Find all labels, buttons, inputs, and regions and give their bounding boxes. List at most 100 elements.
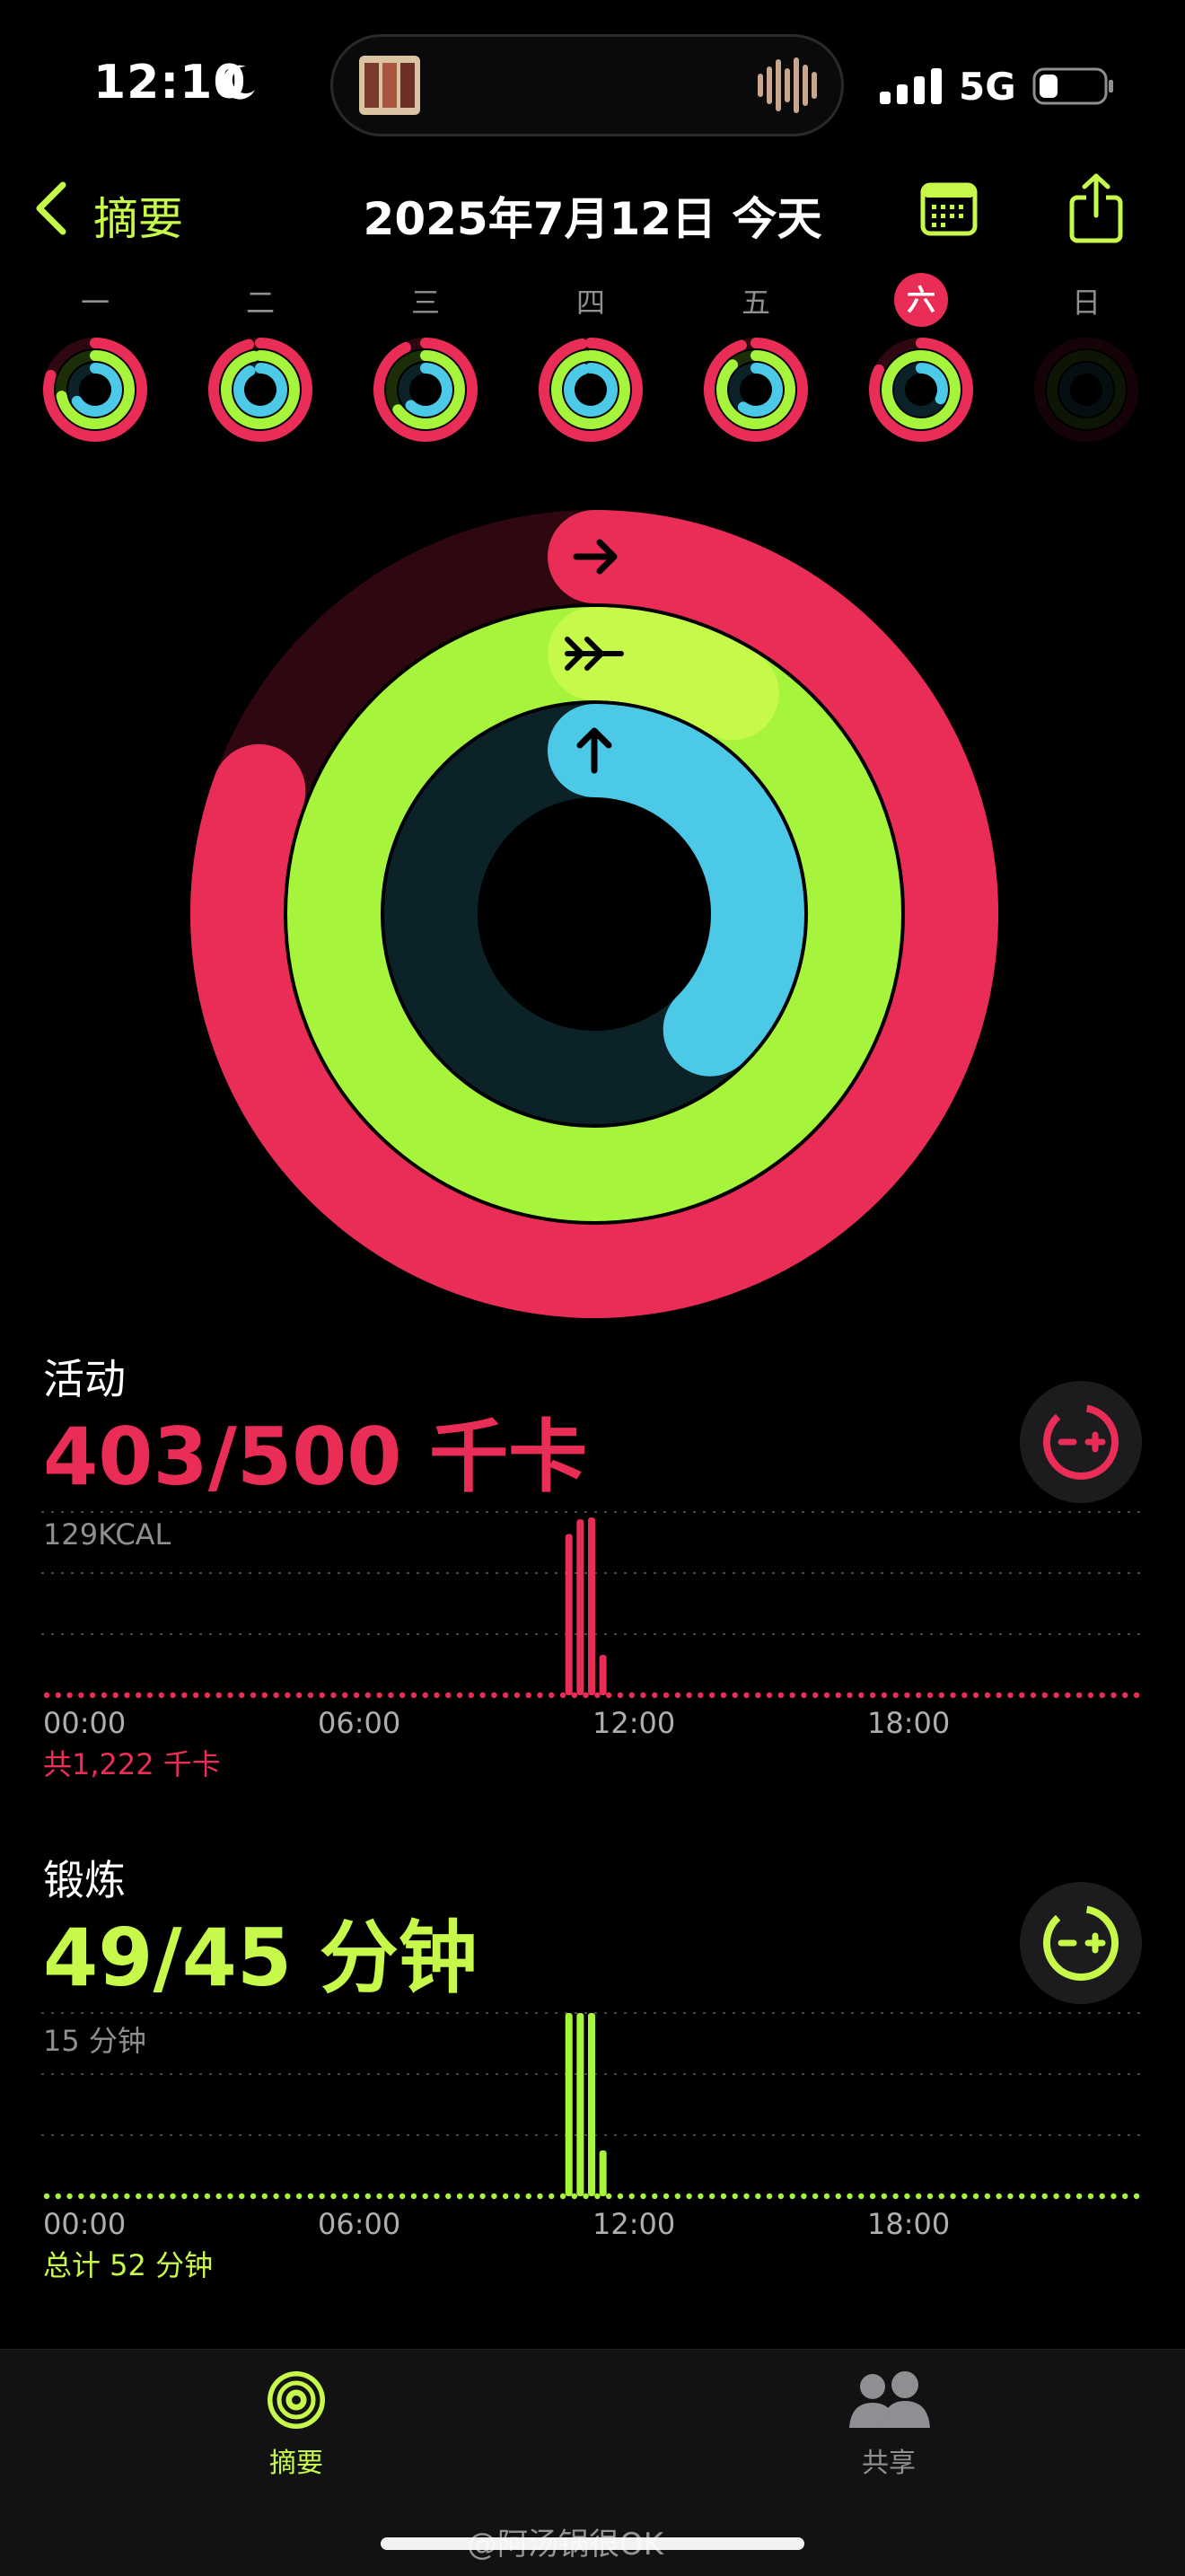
baseline-dot bbox=[55, 2193, 61, 2200]
baseline-dot bbox=[78, 2193, 84, 2200]
baseline-dot bbox=[686, 2193, 692, 2200]
baseline-dot bbox=[916, 1692, 922, 1699]
day-rings-2[interactable] bbox=[370, 334, 481, 445]
baseline-dot bbox=[124, 2193, 130, 2200]
baseline-dot bbox=[227, 1692, 233, 1699]
bar-3 bbox=[599, 1655, 607, 1695]
day-label-5[interactable]: 六 bbox=[894, 273, 948, 327]
day-rings-6[interactable] bbox=[1031, 334, 1142, 445]
baseline-dot bbox=[1053, 1692, 1059, 1699]
baseline-dot bbox=[491, 1692, 497, 1699]
change-move-goal-button[interactable] bbox=[1020, 1381, 1142, 1503]
day-ring-track-stand bbox=[1059, 363, 1113, 417]
baseline-dot bbox=[158, 2193, 164, 2200]
day-label-6[interactable]: 日 bbox=[1059, 280, 1113, 321]
baseline-dot bbox=[307, 2193, 314, 2200]
baseline-dot bbox=[559, 1692, 566, 1699]
baseline-dot bbox=[984, 1692, 991, 1699]
baseline-dot bbox=[295, 2193, 303, 2200]
audio-waveform-icon bbox=[758, 57, 817, 113]
baseline-dot bbox=[353, 2193, 360, 2200]
baseline-dot bbox=[434, 2193, 440, 2200]
baseline-dot bbox=[605, 1692, 612, 1699]
baseline-dot bbox=[273, 2193, 279, 2200]
watermark: @阿汤锅很OK bbox=[467, 2527, 664, 2563]
tab-sharing[interactable]: 共享 bbox=[781, 2367, 996, 2480]
baseline-dot bbox=[1075, 2193, 1083, 2200]
baseline-dot bbox=[789, 1692, 795, 1699]
baseline-dot bbox=[146, 1692, 154, 1699]
baseline-dot bbox=[479, 1692, 486, 1699]
baseline-dot bbox=[698, 1692, 704, 1699]
baseline-dot bbox=[766, 2193, 773, 2200]
day-label-4[interactable]: 五 bbox=[729, 280, 783, 321]
baseline-dot bbox=[858, 1692, 865, 1699]
exercise-total: 总计 52 分钟 bbox=[43, 2248, 214, 2282]
day-rings-4[interactable] bbox=[700, 334, 812, 445]
day-rings-3[interactable] bbox=[535, 334, 646, 445]
baseline-dot bbox=[984, 2193, 991, 2200]
baseline-dot bbox=[502, 2193, 509, 2200]
baseline-dot bbox=[892, 2193, 899, 2200]
baseline-dot bbox=[456, 1692, 463, 1699]
adjust-goal-icon bbox=[1043, 1905, 1119, 1981]
page-title: 2025年7月12日 今天 bbox=[363, 193, 822, 245]
baseline-dot bbox=[1110, 1692, 1117, 1699]
baseline-dot bbox=[89, 1692, 96, 1699]
tab-summary[interactable]: 摘要 bbox=[189, 2367, 404, 2480]
tab-sharing-label: 共享 bbox=[862, 2448, 916, 2479]
baseline-dot bbox=[192, 2193, 199, 2200]
baseline-dot bbox=[640, 2193, 646, 2200]
day-rings-0[interactable] bbox=[40, 334, 151, 445]
bar-1 bbox=[576, 1519, 584, 1695]
baseline-dot bbox=[594, 1692, 601, 1699]
baseline-dot bbox=[215, 2193, 222, 2200]
exercise-tick-1: 06:00 bbox=[318, 2207, 401, 2241]
baseline-dot bbox=[1019, 1692, 1025, 1699]
baseline-dot bbox=[617, 1692, 624, 1699]
baseline-dot bbox=[479, 2193, 486, 2200]
baseline-dot bbox=[640, 1692, 646, 1699]
baseline-dot bbox=[628, 2193, 635, 2200]
change-exercise-goal-button[interactable] bbox=[1020, 1882, 1142, 2004]
activity-tick-3: 18:00 bbox=[867, 1706, 951, 1740]
day-label-2[interactable]: 三 bbox=[399, 280, 452, 321]
baseline-dot bbox=[801, 1692, 807, 1699]
baseline-dot bbox=[777, 2193, 785, 2200]
baseline-dot bbox=[376, 1692, 382, 1699]
baseline-dot bbox=[926, 2193, 934, 2200]
baseline-dot bbox=[1099, 1692, 1105, 1699]
baseline-dot bbox=[239, 2193, 245, 2200]
baseline-dot bbox=[445, 2193, 452, 2200]
day-label-3[interactable]: 四 bbox=[564, 280, 618, 321]
baseline-dot bbox=[1122, 1692, 1128, 1699]
activity-tick-0: 00:00 bbox=[43, 1706, 127, 1740]
baseline-dot bbox=[422, 1692, 428, 1699]
people-icon bbox=[849, 2371, 930, 2428]
baseline-dot bbox=[823, 2193, 830, 2200]
baseline-dot bbox=[1007, 1692, 1014, 1699]
baseline-dot bbox=[996, 1692, 1002, 1699]
baseline-dot bbox=[972, 1692, 979, 1699]
day-label-0[interactable]: 一 bbox=[68, 280, 122, 321]
baseline-dot bbox=[950, 1692, 956, 1699]
baseline-dot bbox=[1087, 2193, 1094, 2200]
baseline-dot bbox=[583, 1692, 589, 1699]
baseline-dot bbox=[330, 2193, 337, 2200]
day-label-1[interactable]: 二 bbox=[233, 280, 287, 321]
share-icon[interactable] bbox=[1068, 172, 1124, 244]
baseline-dot bbox=[136, 1692, 142, 1699]
calendar-icon[interactable] bbox=[919, 180, 979, 239]
baseline-dot bbox=[1065, 1692, 1071, 1699]
baseline-dot bbox=[1110, 2193, 1117, 2200]
baseline-dot bbox=[904, 2193, 910, 2200]
day-rings-1[interactable] bbox=[205, 334, 316, 445]
bar-2 bbox=[588, 2013, 595, 2196]
baseline-dot bbox=[732, 2193, 738, 2200]
bar-2 bbox=[588, 1517, 595, 1695]
baseline-dot bbox=[904, 1692, 910, 1699]
baseline-dot bbox=[112, 1692, 118, 1699]
day-rings-5[interactable] bbox=[865, 334, 977, 445]
baseline-dot bbox=[364, 2193, 372, 2200]
baseline-dot bbox=[617, 2193, 624, 2200]
